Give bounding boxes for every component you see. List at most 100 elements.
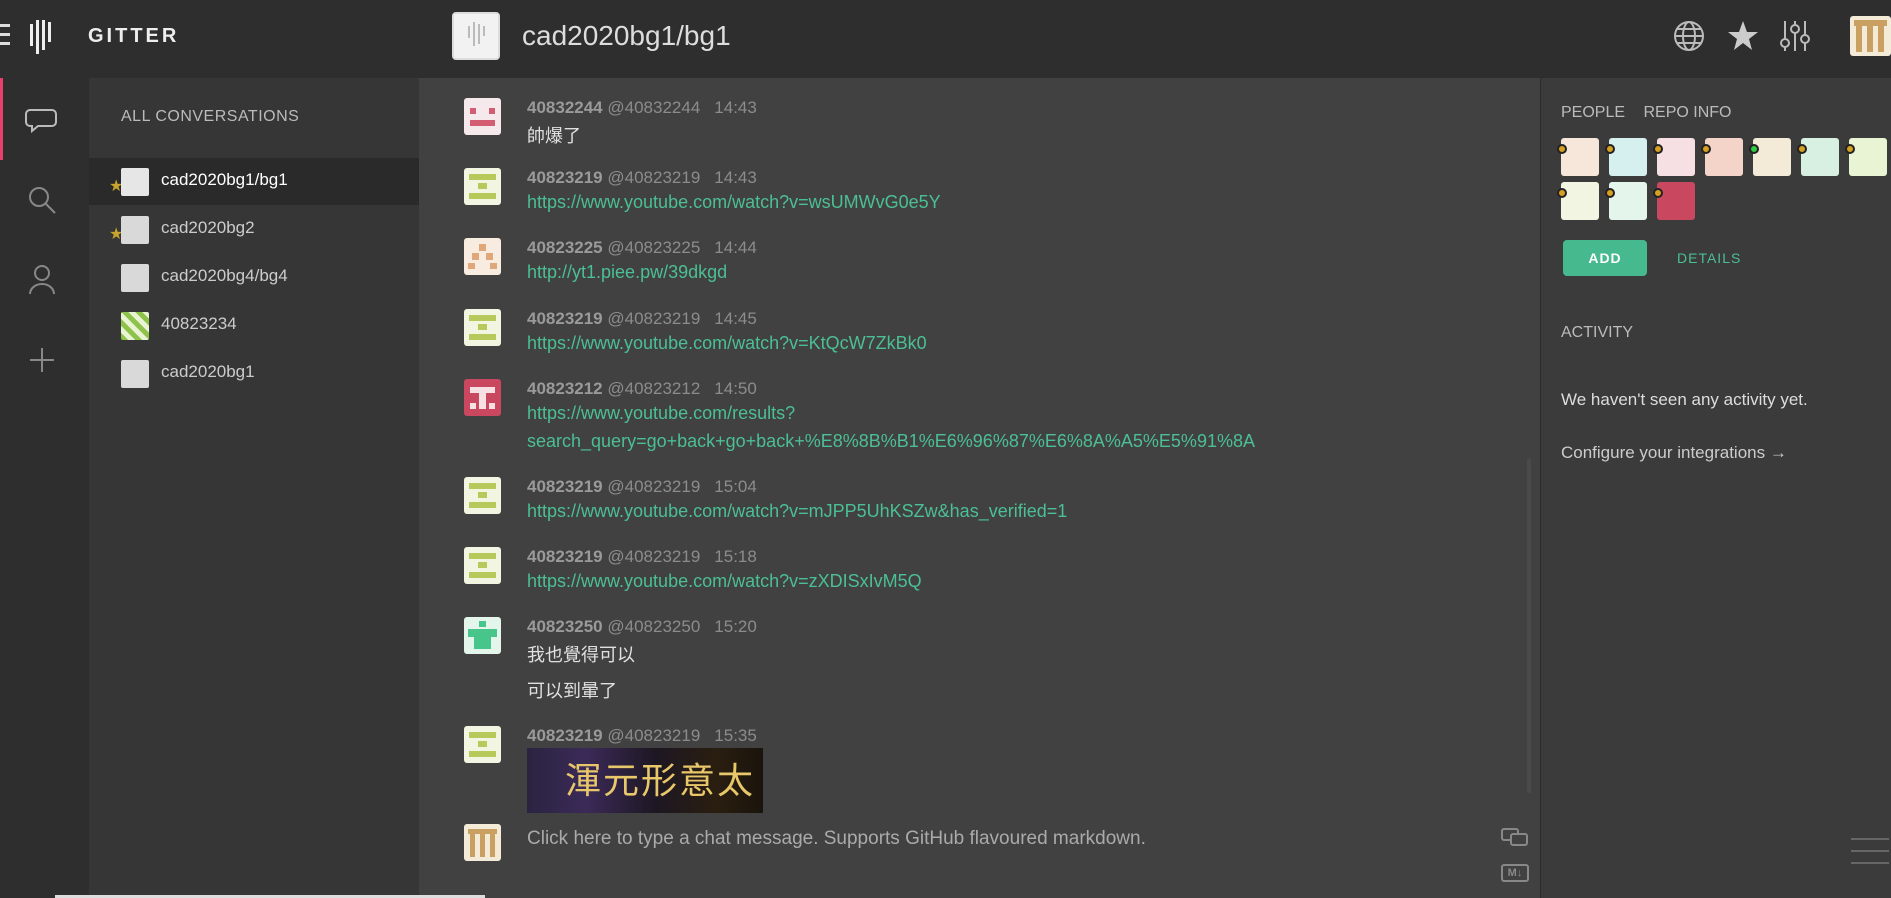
right-panel: PEOPLE REPO INFO ADD DETAILS ACTIVITY We…: [1540, 78, 1891, 898]
conversation-item[interactable]: cad2020bg4/bg4: [89, 254, 419, 301]
message-username[interactable]: 40823250: [527, 617, 603, 636]
message-username[interactable]: 40823219: [527, 168, 603, 187]
conversation-item[interactable]: cad2020bg1: [89, 350, 419, 397]
top-bar: GITTER cad2020bg1/bg1: [0, 0, 1891, 78]
search-icon[interactable]: [22, 180, 62, 220]
no-activity-text: We haven't seen any activity yet.: [1561, 390, 1808, 409]
star-icon[interactable]: [1726, 17, 1760, 55]
message-username[interactable]: 40823219: [527, 726, 603, 745]
menu-icon[interactable]: [0, 24, 12, 50]
message-time: 15:20: [714, 617, 757, 636]
message-image[interactable]: 渾元形意太極: [527, 748, 763, 813]
user-avatar[interactable]: [1753, 138, 1791, 176]
message-link[interactable]: https://www.youtube.com/watch?v=KtQcW7Zk…: [527, 333, 927, 354]
conversation-item[interactable]: ★ cad2020bg2: [89, 206, 419, 253]
gitter-logo-icon[interactable]: [30, 20, 56, 54]
person-icon[interactable]: [22, 260, 62, 300]
message-handle[interactable]: @40823219: [607, 168, 700, 187]
message-link[interactable]: https://www.youtube.com/watch?v=wsUMWvG0…: [527, 192, 941, 213]
globe-icon[interactable]: [1672, 17, 1706, 55]
chat-icon[interactable]: [22, 100, 62, 140]
user-avatar[interactable]: [464, 617, 501, 654]
room-title: cad2020bg1/bg1: [522, 20, 731, 51]
user-avatar: [121, 312, 149, 340]
message-time: 14:43: [714, 98, 757, 117]
menu-icon[interactable]: [1851, 838, 1889, 870]
plus-icon[interactable]: [22, 340, 62, 380]
message-username[interactable]: 40823219: [527, 477, 603, 496]
message-username[interactable]: 40823219: [527, 547, 603, 566]
active-indicator: [0, 78, 3, 160]
message-link[interactable]: search_query=go+back+go+back+%E8%8B%B1%E…: [527, 431, 1255, 452]
message-username[interactable]: 40823219: [527, 309, 603, 328]
conversation-item[interactable]: ★ cad2020bg1/bg1: [89, 158, 419, 205]
user-avatar[interactable]: [464, 726, 501, 763]
message-handle[interactable]: @40823219: [607, 477, 700, 496]
user-avatar[interactable]: [464, 168, 501, 205]
image-caption: 渾元形意太極: [565, 761, 756, 802]
user-avatar[interactable]: [1609, 182, 1647, 220]
message-link[interactable]: https://www.youtube.com/results?: [527, 403, 795, 424]
configure-integrations-link[interactable]: Configure your integrations →: [1561, 443, 1787, 463]
markdown-icon[interactable]: M↓: [1501, 864, 1529, 882]
room-avatar: [121, 264, 149, 292]
message-time: 14:44: [714, 238, 757, 257]
message-time: 15:04: [714, 477, 757, 496]
conversation-item[interactable]: 40823234: [89, 302, 419, 349]
message-link[interactable]: https://www.youtube.com/watch?v=mJPP5UhK…: [527, 501, 1067, 522]
chat-bubbles-icon[interactable]: [1501, 827, 1529, 849]
tab-people[interactable]: PEOPLE: [1561, 104, 1625, 121]
message-username[interactable]: 40832244: [527, 98, 603, 117]
message-link[interactable]: http://yt1.piee.pw/39dkgd: [527, 262, 727, 283]
scrollbar[interactable]: [1527, 458, 1531, 793]
message-link[interactable]: https://www.youtube.com/watch?v=zXDISxIv…: [527, 571, 922, 592]
message-handle[interactable]: @40823250: [607, 617, 700, 636]
user-avatar[interactable]: [1801, 138, 1839, 176]
message-handle[interactable]: @40832244: [607, 98, 700, 117]
user-avatar[interactable]: [464, 309, 501, 346]
user-avatar[interactable]: [464, 98, 501, 135]
user-avatar[interactable]: [1849, 138, 1887, 176]
message-username[interactable]: 40823212: [527, 379, 603, 398]
message-time: 14:50: [714, 379, 757, 398]
message-username[interactable]: 40823225: [527, 238, 603, 257]
conversation-name: cad2020bg1: [161, 362, 255, 381]
user-avatar: [464, 824, 501, 861]
user-avatar[interactable]: [1609, 138, 1647, 176]
message-time: 15:18: [714, 547, 757, 566]
message-handle[interactable]: @40823219: [607, 547, 700, 566]
conversations-header: ALL CONVERSATIONS: [121, 108, 300, 125]
message-handle[interactable]: @40823225: [607, 238, 700, 257]
status-dot: [1653, 188, 1663, 198]
user-avatar[interactable]: [1657, 138, 1695, 176]
message-time: 14:43: [714, 168, 757, 187]
user-avatar[interactable]: [464, 547, 501, 584]
chat-area: 40832244 @40832244 14:43 帥爆了 40823219 @40…: [419, 78, 1540, 898]
message-text: 帥爆了: [527, 126, 581, 146]
sliders-icon[interactable]: [1778, 17, 1812, 55]
user-avatar[interactable]: [464, 477, 501, 514]
message-text: 我也覺得可以: [527, 645, 635, 665]
user-avatar[interactable]: [464, 379, 501, 416]
add-button[interactable]: ADD: [1563, 240, 1647, 276]
user-avatar[interactable]: [1561, 138, 1599, 176]
user-avatar[interactable]: [1657, 182, 1695, 220]
message-handle[interactable]: @40823219: [607, 309, 700, 328]
user-avatar[interactable]: [1705, 138, 1743, 176]
message-handle[interactable]: @40823212: [607, 379, 700, 398]
message-text: 可以到暈了: [527, 681, 617, 701]
details-link[interactable]: DETAILS: [1677, 250, 1741, 266]
user-avatar[interactable]: [1561, 182, 1599, 220]
user-avatar[interactable]: [464, 238, 501, 275]
message-handle[interactable]: @40823219: [607, 726, 700, 745]
brand-name[interactable]: GITTER: [88, 25, 179, 48]
conversation-name: cad2020bg2: [161, 218, 255, 237]
tab-repo-info[interactable]: REPO INFO: [1643, 104, 1731, 121]
chat-input[interactable]: Click here to type a chat message. Suppo…: [527, 828, 1146, 850]
user-avatar[interactable]: [1850, 16, 1891, 56]
left-nav: [0, 78, 89, 898]
status-dot: [1557, 188, 1567, 198]
room-avatar: [121, 216, 149, 244]
message-time: 14:45: [714, 309, 757, 328]
message-time: 15:35: [714, 726, 757, 745]
